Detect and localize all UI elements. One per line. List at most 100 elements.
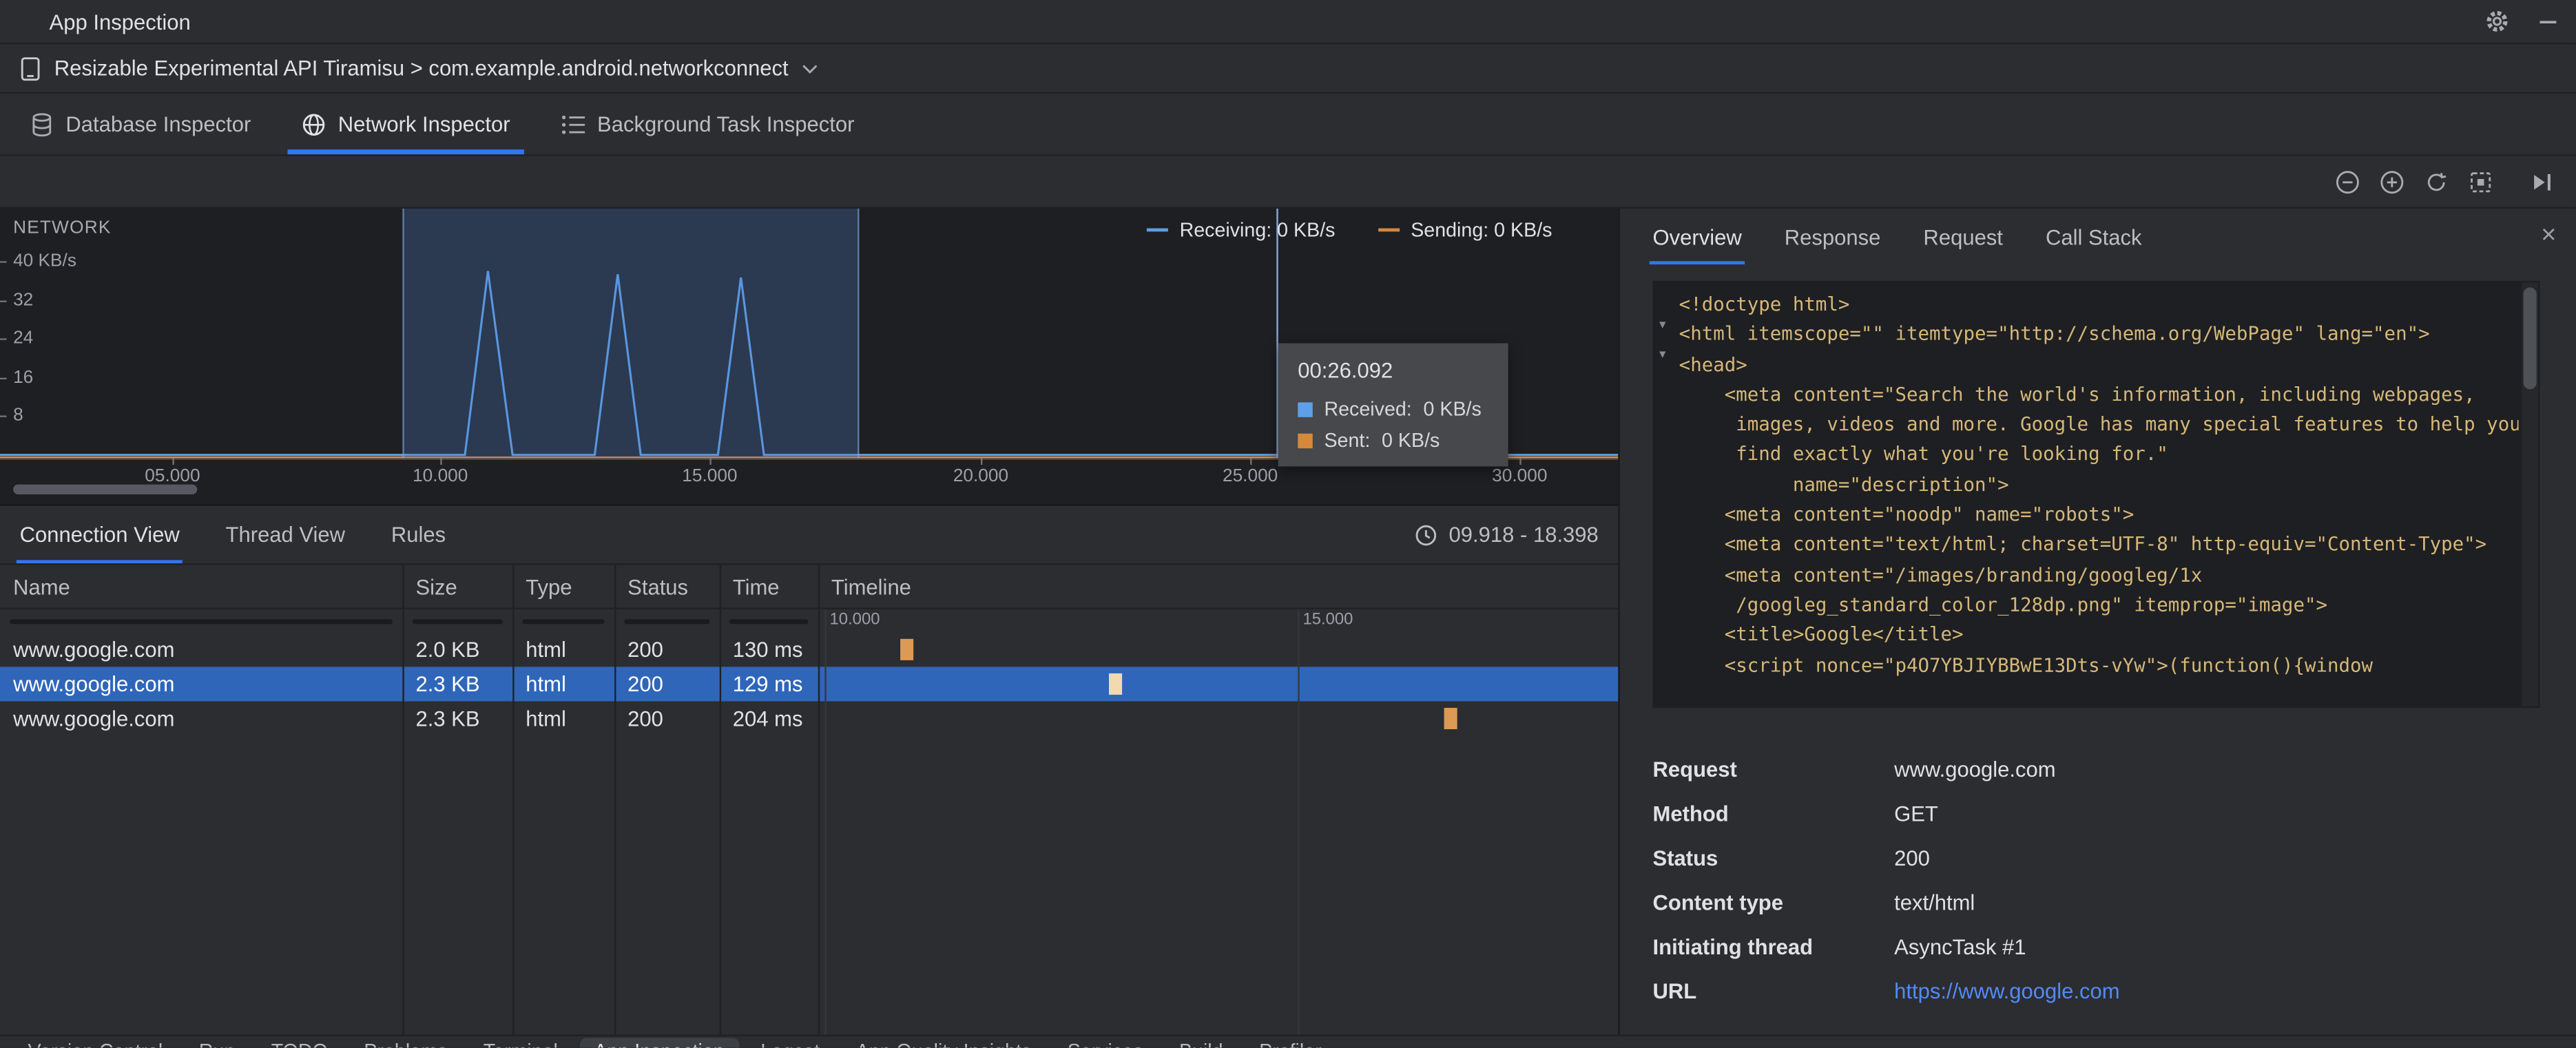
column-scrollbar[interactable]: [624, 618, 710, 624]
field-row-status: Status 200: [1653, 846, 2544, 872]
column-header-status[interactable]: Status: [614, 574, 720, 599]
code-line: /googleg_standard_color_128dp.png" itemp…: [1679, 592, 2328, 616]
x-axis-tick-icon: [980, 458, 983, 465]
chart-title: NETWORK: [13, 218, 112, 238]
bottom-tab-profiler[interactable]: Profiler: [1245, 1038, 1337, 1048]
x-axis-label: 20.000: [953, 466, 1009, 487]
column-header-timeline[interactable]: Timeline: [818, 574, 1619, 599]
legend-sending: Sending: 0 KB/s: [1378, 218, 1552, 242]
x-axis-label: 10.000: [413, 466, 468, 487]
bottom-tab-services[interactable]: Services: [1052, 1038, 1158, 1048]
field-row-request: Request www.google.com: [1653, 757, 2544, 784]
x-axis-tick-icon: [709, 458, 711, 465]
network-chart[interactable]: NETWORK Receiving: 0 KB/s Sending: 0 KB/…: [0, 208, 1619, 505]
tab-label: Database Inspector: [65, 112, 251, 136]
tab-background-task-inspector[interactable]: Background Task Inspector: [559, 94, 854, 154]
bottom-tab-todo[interactable]: TODO: [256, 1038, 342, 1048]
zoom-in-icon[interactable]: [2374, 163, 2410, 199]
tab-network-inspector[interactable]: Network Inspector: [287, 94, 523, 155]
bottom-tab-logcat[interactable]: Logcat: [746, 1038, 835, 1048]
name-cell: www.google.com: [13, 671, 175, 697]
timeline-bar: [1444, 708, 1457, 730]
tooltip-sent-row: Sent: 0 KB/s: [1298, 429, 1488, 452]
bottom-tool-bar-items: Version Control Run TODO Problems Terminal Ap…: [0, 1036, 2576, 1048]
x-axis-label: 15.000: [682, 466, 738, 487]
timeline-cell: [818, 632, 1619, 667]
window-title: App Inspection: [49, 9, 191, 34]
field-label: Content type: [1652, 890, 1784, 915]
field-value[interactable]: https://www.google.com: [1894, 979, 2543, 1005]
legend-label: Sending: 0 KB/s: [1411, 218, 1552, 242]
column-scrollbar[interactable]: [522, 618, 605, 624]
bottom-tab-app-quality-insights[interactable]: App Quality Insights: [841, 1038, 1046, 1048]
timeline-cell: [818, 701, 1619, 735]
code-scrollbar-track[interactable]: [2522, 282, 2539, 706]
tab-thread-view[interactable]: Thread View: [226, 506, 346, 563]
tab-request[interactable]: Request: [1923, 209, 2002, 264]
bottom-tab-version-control[interactable]: Version Control: [13, 1038, 178, 1048]
x-axis-tick-icon: [440, 458, 442, 465]
name-cell: www.google.com: [13, 637, 175, 662]
field-label: Request: [1652, 757, 1737, 782]
bottom-tab-app-inspection[interactable]: App Inspection: [579, 1038, 740, 1048]
zoom-out-icon[interactable]: [2329, 163, 2365, 199]
type-cell: html: [526, 671, 566, 697]
process-selector[interactable]: Resizable Experimental API Tiramisu > co…: [0, 44, 2576, 94]
type-cell: html: [526, 637, 566, 662]
bottom-tab-run[interactable]: Run: [184, 1038, 249, 1048]
column-scrollbar[interactable]: [412, 618, 503, 624]
close-icon[interactable]: ×: [2541, 222, 2556, 249]
timeline-tick-label: 10.000: [829, 611, 880, 629]
connection-row[interactable]: www.google.com 2.0 KB html 200 130 ms: [0, 632, 1618, 667]
fold-chevron-icon[interactable]: ▾: [1659, 346, 1666, 361]
bottom-tab-build[interactable]: Build: [1164, 1038, 1238, 1048]
column-scrollbar[interactable]: [729, 618, 809, 624]
bottom-tool-bar: Version Control Run TODO Problems Terminal Ap…: [0, 1034, 2576, 1048]
time-cell: 204 ms: [732, 706, 803, 731]
status-cell: 200: [627, 706, 663, 731]
time-cell: 129 ms: [732, 671, 803, 697]
tab-call-stack[interactable]: Call Stack: [2046, 209, 2142, 264]
reset-zoom-icon[interactable]: [2418, 163, 2454, 199]
connection-row[interactable]: www.google.com 2.3 KB html 200 204 ms: [0, 701, 1618, 735]
time-range-label: 09.918 - 18.398: [1448, 522, 1599, 547]
code-line: <meta content="Search the world's inform…: [1679, 382, 2475, 406]
titlebar: App Inspection: [0, 0, 2576, 45]
settings-gear-icon[interactable]: [2484, 8, 2510, 34]
minimize-icon[interactable]: [2537, 10, 2559, 32]
go-live-icon[interactable]: [2524, 163, 2559, 199]
connection-section: Connection View Thread View Rules 09.918…: [0, 504, 1619, 1048]
fold-chevron-icon[interactable]: ▾: [1659, 317, 1666, 331]
column-header-type[interactable]: Type: [512, 574, 614, 599]
column-scrollbar[interactable]: [10, 618, 393, 624]
chart-range-selection[interactable]: [402, 208, 860, 460]
tab-connection-view[interactable]: Connection View: [16, 506, 184, 564]
response-code-viewer[interactable]: ▾ ▾ <!doctype html> <html itemscope="" it…: [1652, 280, 2540, 709]
process-label: Resizable Experimental API Tiramisu > co…: [54, 56, 789, 81]
time-range: 09.918 - 18.398: [1414, 506, 1599, 563]
column-header-name[interactable]: Name: [0, 574, 402, 599]
legend-label: Receiving: 0 KB/s: [1179, 218, 1336, 242]
field-label: Initiating thread: [1652, 934, 1814, 959]
inspector-tab-bar: Database Inspector Network Inspector Bac…: [0, 94, 2576, 156]
tab-overview[interactable]: Overview: [1649, 209, 1745, 265]
x-axis-label: 25.000: [1222, 466, 1278, 487]
x-axis-tick-icon: [1519, 458, 1521, 465]
column-header-size[interactable]: Size: [402, 574, 512, 599]
size-cell: 2.3 KB: [415, 671, 480, 697]
received-swatch-icon: [1298, 401, 1313, 417]
bottom-tab-terminal[interactable]: Terminal: [468, 1038, 572, 1048]
tab-rules[interactable]: Rules: [391, 506, 446, 563]
zoom-to-selection-icon[interactable]: [2462, 163, 2498, 199]
code-line: <script nonce="p4O7YBJIYBBwE13Dts-vYw">(…: [1679, 653, 2374, 676]
bottom-tab-problems[interactable]: Problems: [349, 1038, 462, 1048]
connection-row[interactable]: www.google.com 2.3 KB html 200 129 ms: [0, 667, 1619, 702]
clock-icon: [1414, 523, 1437, 546]
size-cell: 2.3 KB: [415, 706, 480, 731]
code-scrollbar-thumb[interactable]: [2523, 287, 2537, 390]
tab-response[interactable]: Response: [1785, 209, 1881, 264]
range-scrollbar-thumb[interactable]: [13, 484, 198, 494]
tab-database-inspector[interactable]: Database Inspector: [30, 94, 251, 154]
column-header-time[interactable]: Time: [720, 574, 818, 599]
code-line: <meta content="/images/branding/googleg/…: [1679, 563, 2203, 586]
